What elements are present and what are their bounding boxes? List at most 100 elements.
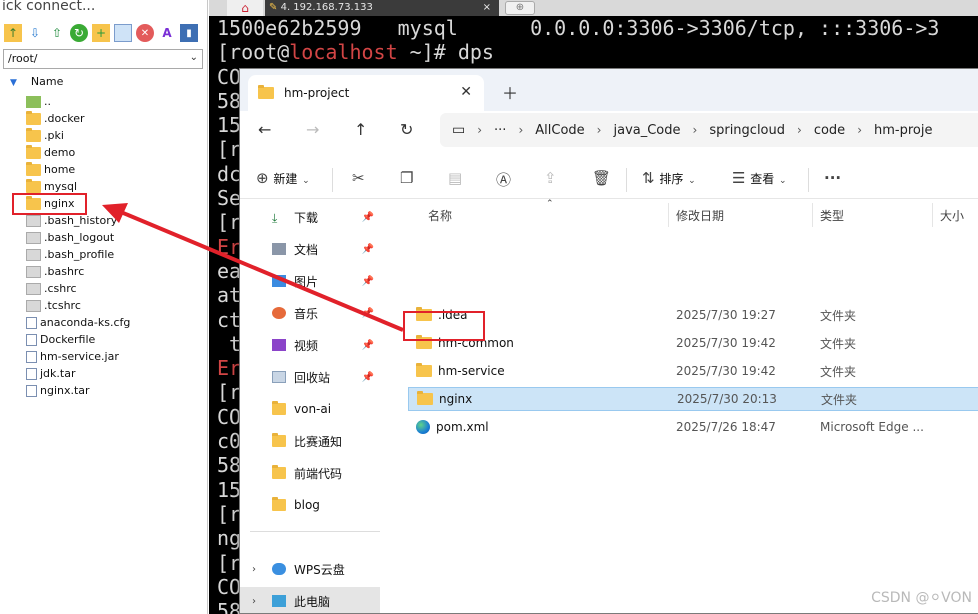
back-arrow-icon[interactable]: ←: [258, 120, 271, 139]
chevron-down-icon[interactable]: ⌄: [190, 52, 198, 63]
column-header-type[interactable]: 类型: [820, 207, 844, 224]
pin-icon: 📌: [361, 339, 374, 351]
upload-icon[interactable]: ⇧: [48, 24, 66, 42]
close-icon[interactable]: ✕: [460, 84, 472, 100]
column-header-name[interactable]: 名称: [428, 207, 452, 224]
hidden-file-icon: [26, 282, 41, 295]
refresh-icon[interactable]: ↻: [400, 120, 413, 139]
upload-folder-icon[interactable]: ↑: [4, 24, 22, 42]
home-tab[interactable]: ⌂: [227, 0, 263, 16]
list-item[interactable]: nginx.tar: [26, 382, 130, 399]
list-item[interactable]: .cshrc: [26, 280, 130, 297]
folder-icon: [272, 401, 286, 415]
hidden-file-icon: [26, 214, 41, 227]
nav-item-videos[interactable]: 视频 📌: [240, 331, 380, 359]
table-row[interactable]: hm-common 2025/7/30 19:42 文件夹: [408, 331, 978, 355]
new-tab-button[interactable]: ＋: [502, 80, 518, 104]
divider: [332, 168, 333, 192]
nav-item-blog[interactable]: blog: [240, 491, 380, 519]
copy-icon[interactable]: ❐: [400, 169, 413, 187]
list-item[interactable]: .docker: [26, 110, 130, 127]
list-item[interactable]: hm-service.jar: [26, 348, 130, 365]
highlight-box-explorer-nginx: [403, 311, 485, 341]
breadcrumb-item[interactable]: code: [814, 123, 845, 138]
nav-item-documents[interactable]: 文档 📌: [240, 235, 380, 263]
download-icon: ⤓: [272, 211, 278, 225]
chevron-right-icon: ›: [692, 123, 698, 137]
session-tab[interactable]: ✎ 4. 192.168.73.133 ×: [265, 0, 499, 16]
list-item[interactable]: .bashrc: [26, 263, 130, 280]
cut-icon[interactable]: ✂: [352, 169, 365, 187]
chevron-right-icon[interactable]: ›: [252, 596, 256, 607]
download-icon[interactable]: ⇩: [26, 24, 44, 42]
rename-icon[interactable]: Ⓐ: [496, 169, 511, 190]
list-item[interactable]: ..: [26, 93, 130, 110]
sort-button[interactable]: ⇅ 排序 ⌄: [642, 169, 696, 187]
list-item[interactable]: anaconda-ks.cfg: [26, 314, 130, 331]
delete-icon[interactable]: ✕: [136, 24, 154, 42]
quick-connect-field[interactable]: ick connect...: [0, 0, 208, 14]
folder-icon: [416, 363, 432, 377]
address-bar[interactable]: ▭ › ··· › AllCode › java_Code › springcl…: [440, 113, 978, 147]
more-options-button[interactable]: ···: [824, 169, 841, 187]
nav-item-von-ai[interactable]: von-ai: [240, 395, 380, 423]
refresh-icon[interactable]: ↻: [70, 24, 88, 42]
table-row[interactable]: hm-service 2025/7/30 19:42 文件夹: [408, 359, 978, 383]
close-tab-icon[interactable]: ×: [483, 0, 491, 16]
table-row-selected[interactable]: nginx 2025/7/30 20:13 文件夹: [408, 387, 978, 411]
explorer-titlebar: hm-project ✕ ＋: [240, 69, 978, 111]
breadcrumb-item[interactable]: AllCode: [535, 123, 584, 138]
view-button[interactable]: ☰ 查看 ⌄: [732, 169, 787, 187]
list-item[interactable]: .pki: [26, 127, 130, 144]
list-item[interactable]: .bash_profile: [26, 246, 130, 263]
list-item[interactable]: home: [26, 161, 130, 178]
file-name: nginx: [439, 392, 473, 406]
chevron-down-icon: ⌄: [779, 176, 787, 186]
path-combobox[interactable]: /root/ ⌄: [3, 49, 203, 69]
nav-item-this-pc[interactable]: › 此电脑: [240, 587, 380, 613]
hidden-file-icon: [26, 231, 41, 244]
name-column-header[interactable]: ▼ Name: [10, 75, 63, 88]
explorer-tab-title: hm-project: [284, 86, 350, 100]
nav-item-recycle-bin[interactable]: 回收站 📌: [240, 363, 380, 391]
breadcrumb-item[interactable]: hm-proje: [874, 123, 932, 138]
list-item[interactable]: .bash_logout: [26, 229, 130, 246]
column-header-size[interactable]: 大小: [940, 207, 964, 224]
list-item[interactable]: demo: [26, 144, 130, 161]
explorer-tab[interactable]: hm-project ✕: [248, 75, 484, 111]
list-item[interactable]: .tcshrc: [26, 297, 130, 314]
terminal-prompt-rest: ~]# dps: [397, 40, 494, 65]
list-item[interactable]: jdk.tar: [26, 365, 130, 382]
column-header-date[interactable]: 修改日期: [676, 207, 724, 224]
up-arrow-icon[interactable]: ↑: [354, 120, 367, 139]
nav-item-wps-cloud[interactable]: › WPS云盘: [240, 555, 380, 583]
sftp-file-list: .. .docker .pki demo home mysql nginx .b…: [26, 93, 130, 399]
rename-icon[interactable]: A: [158, 24, 176, 42]
nav-item-music[interactable]: 音乐 📌: [240, 299, 380, 327]
new-button[interactable]: ⊕ 新建 ⌄: [256, 169, 310, 187]
chevron-right-icon[interactable]: ›: [252, 564, 256, 575]
table-row[interactable]: pom.xml 2025/7/26 18:47 Microsoft Edge ...: [408, 415, 978, 439]
paste-icon[interactable]: ▤: [448, 169, 462, 187]
new-folder-icon[interactable]: +: [92, 24, 110, 42]
breadcrumb-item[interactable]: java_Code: [613, 123, 680, 138]
overflow-icon[interactable]: ···: [494, 123, 506, 138]
table-row[interactable]: .idea 2025/7/30 19:27 文件夹: [408, 303, 978, 327]
new-session-button[interactable]: ⊕: [505, 1, 535, 15]
nav-item-contest[interactable]: 比赛通知: [240, 427, 380, 455]
delete-icon[interactable]: 🗑: [592, 169, 611, 187]
chevron-right-icon: ›: [477, 123, 483, 137]
new-file-icon[interactable]: [114, 24, 132, 42]
breadcrumb-item[interactable]: springcloud: [709, 123, 785, 138]
nav-item-pictures[interactable]: 图片 📌: [240, 267, 380, 295]
cloud-icon: [272, 563, 286, 575]
properties-icon[interactable]: ▮: [180, 24, 198, 42]
forward-arrow-icon[interactable]: →: [306, 120, 319, 139]
document-icon: [272, 243, 286, 255]
file-type: 文件夹: [820, 336, 857, 351]
list-item[interactable]: Dockerfile: [26, 331, 130, 348]
nav-item-frontend[interactable]: 前端代码: [240, 459, 380, 487]
terminal-host: localhost: [289, 40, 398, 65]
nav-item-downloads[interactable]: ⤓ 下载 📌: [240, 203, 380, 231]
share-icon[interactable]: ⇪: [544, 169, 557, 187]
